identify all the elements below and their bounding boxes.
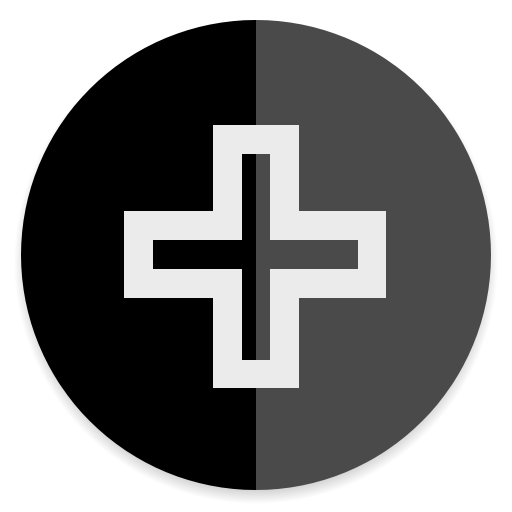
- medical-cross-app-icon: [14, 20, 498, 504]
- circle-badge: [21, 20, 491, 490]
- app-icon-canvas: [0, 0, 512, 512]
